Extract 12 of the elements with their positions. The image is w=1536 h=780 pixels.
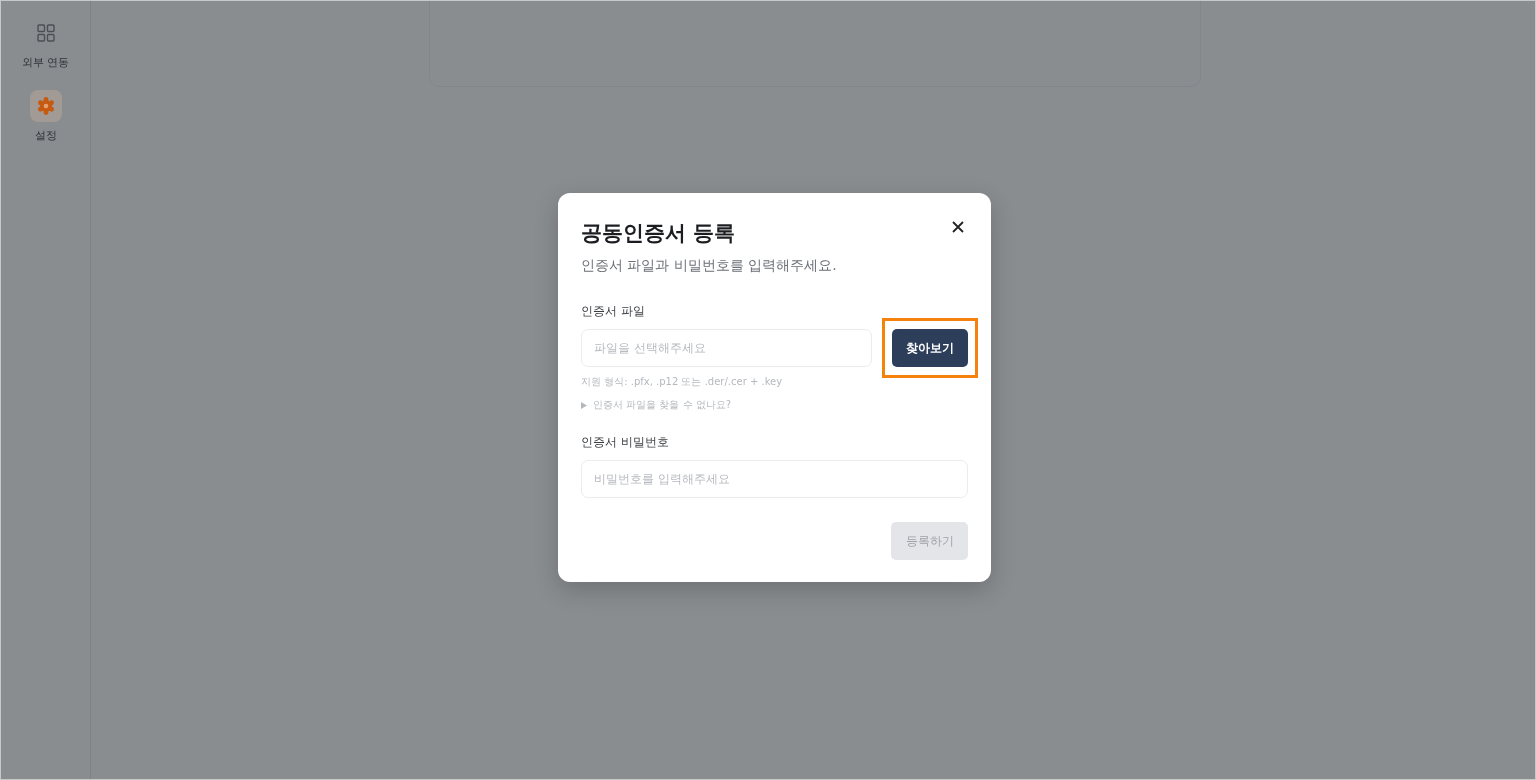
sidebar-item[interactable]: 설정 [15, 86, 76, 147]
file-field[interactable]: 파일을 선택해주세요 [581, 329, 872, 367]
field-label: 인증서 비밀번호 [581, 434, 670, 451]
password-field[interactable]: 비밀번호를 입력해주세요 [581, 460, 968, 498]
browse-button[interactable]: 찾아보기 [892, 329, 968, 367]
hint-text: 지원 형식: .pfx, .p12 또는 .der/.cer + .key [581, 375, 784, 389]
field-label: 인증서 파일 [581, 303, 646, 320]
sidebar-item[interactable]: 외부 연동 [15, 13, 76, 74]
dialog-title: 공동인증서 등록 [581, 220, 736, 247]
dialog-subtitle: 인증서 파일과 비밀번호를 입력해주세요. [581, 257, 838, 275]
close-icon [952, 221, 964, 233]
help-toggle[interactable]: 인증서 파일을 찾을 수 없나요? [581, 398, 732, 412]
